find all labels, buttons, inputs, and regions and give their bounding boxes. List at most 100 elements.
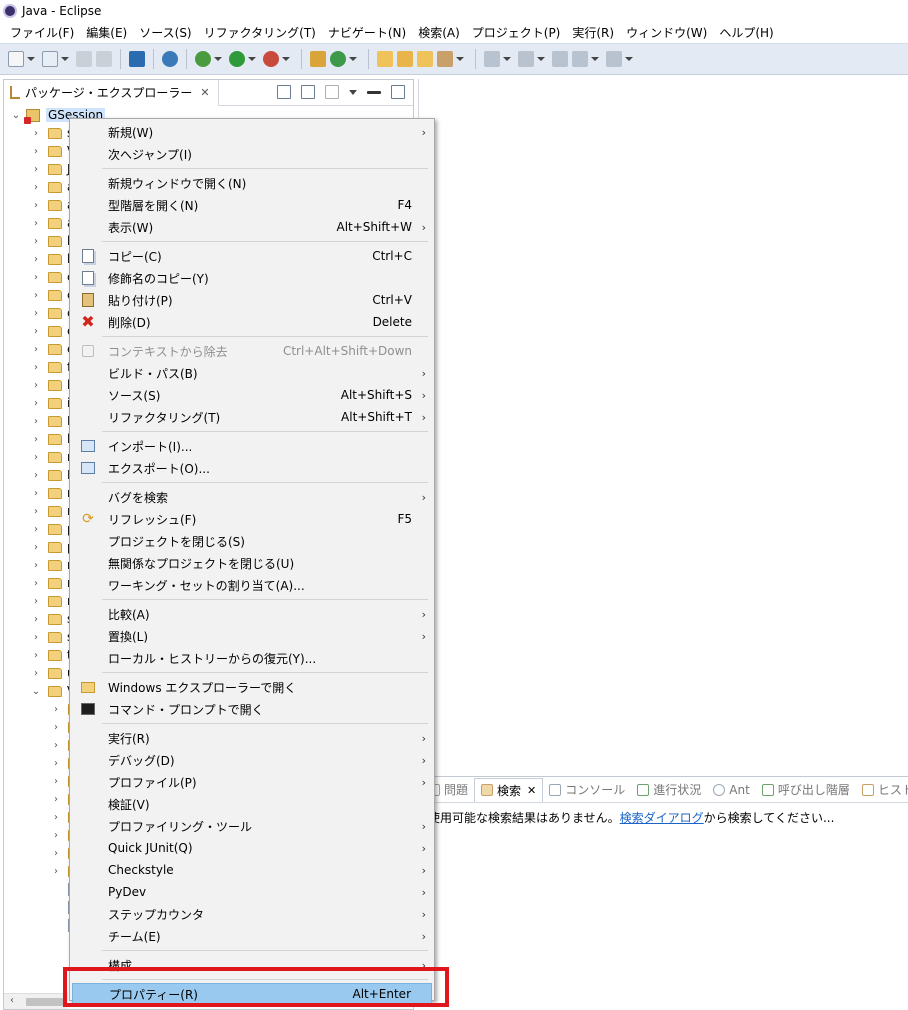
horizontal-scrollbar[interactable]: ‹ xyxy=(4,993,68,1009)
chevron-right-icon[interactable]: › xyxy=(30,128,42,139)
context-menu-item[interactable]: 修飾名のコピー(Y) xyxy=(72,267,432,289)
forward-arrow-icon[interactable] xyxy=(606,51,622,67)
tree-row[interactable]: ›r xyxy=(30,556,72,574)
focus-icon[interactable] xyxy=(325,85,339,99)
tree-row[interactable]: ›n xyxy=(30,448,75,466)
chevron-right-icon[interactable]: › xyxy=(30,650,42,661)
search-dialog-link[interactable]: 検索ダイアログ xyxy=(620,811,704,825)
settings-gear-icon[interactable] xyxy=(162,51,178,67)
run-icon[interactable] xyxy=(229,51,245,67)
context-menu-item[interactable]: プロファイル(P) › xyxy=(72,771,432,793)
tree-row[interactable]: ›c xyxy=(30,286,74,304)
tree-row[interactable]: ›t xyxy=(30,646,72,664)
back-arrow-icon[interactable] xyxy=(572,51,588,67)
chevron-right-icon[interactable]: › xyxy=(30,200,42,211)
last-edit-location-icon[interactable] xyxy=(552,51,568,67)
open-folder-icon[interactable] xyxy=(417,51,433,67)
context-menu-item[interactable]: 型階層を開く(N) F4 xyxy=(72,194,432,216)
scrollbar-thumb[interactable] xyxy=(26,998,66,1006)
chevron-down-icon[interactable]: ⌄ xyxy=(10,110,22,121)
tree-row[interactable]: ›L xyxy=(30,412,74,430)
tree-row[interactable]: ›l xyxy=(30,430,70,448)
new-java-file-dropdown-arrow-icon[interactable] xyxy=(61,57,69,61)
open-task-icon[interactable] xyxy=(397,51,413,67)
chevron-right-icon[interactable]: › xyxy=(30,632,42,643)
context-menu-item[interactable]: コピー(C) Ctrl+C xyxy=(72,245,432,267)
chevron-right-icon[interactable]: › xyxy=(50,740,62,751)
chevron-right-icon[interactable]: › xyxy=(50,830,62,841)
minimize-icon[interactable] xyxy=(367,90,381,94)
context-menu-item[interactable]: バグを検索 › xyxy=(72,486,432,508)
chevron-right-icon[interactable]: › xyxy=(50,776,62,787)
menu-run[interactable]: 実行(R) xyxy=(566,24,620,41)
open-type-icon[interactable] xyxy=(377,51,393,67)
tree-row[interactable]: ›u xyxy=(30,664,75,682)
tab-call-hierarchy[interactable]: 呼び出し階層 xyxy=(756,778,856,802)
tab-console[interactable]: コンソール xyxy=(543,778,631,802)
menu-file[interactable]: ファイル(F) xyxy=(4,24,80,41)
tree-row[interactable]: ›i xyxy=(30,394,70,412)
context-menu-item[interactable]: ステップカウンタ › xyxy=(72,903,432,925)
back-dropdown-arrow-icon[interactable] xyxy=(591,57,599,61)
chevron-right-icon[interactable]: › xyxy=(30,578,42,589)
chevron-right-icon[interactable]: › xyxy=(50,848,62,859)
chevron-right-icon[interactable]: › xyxy=(30,380,42,391)
chevron-right-icon[interactable]: › xyxy=(30,254,42,265)
chevron-right-icon[interactable]: › xyxy=(30,146,42,157)
menu-edit[interactable]: 編集(E) xyxy=(80,24,133,41)
chevron-right-icon[interactable]: › xyxy=(30,218,42,229)
chevron-right-icon[interactable]: › xyxy=(30,182,42,193)
tree-row[interactable]: ›e xyxy=(30,322,74,340)
context-menu-item[interactable]: ⟳ リフレッシュ(F) F5 xyxy=(72,508,432,530)
context-menu-item[interactable]: ビルド・パス(B) › xyxy=(72,362,432,384)
new-package-icon[interactable] xyxy=(310,51,326,67)
context-menu-item[interactable]: Windows エクスプローラーで開く xyxy=(72,676,432,698)
tab-history[interactable]: ヒストリー xyxy=(856,778,908,802)
chevron-right-icon[interactable]: › xyxy=(30,164,42,175)
external-tools-icon[interactable] xyxy=(263,51,279,67)
tree-row[interactable]: ›a xyxy=(30,196,74,214)
context-menu-item[interactable]: デバッグ(D) › xyxy=(72,749,432,771)
new-dropdown-arrow-icon[interactable] xyxy=(27,57,35,61)
menu-refactor[interactable]: リファクタリング(T) xyxy=(198,24,322,41)
tree-row[interactable]: ›f xyxy=(30,358,71,376)
context-menu-item[interactable]: ソース(S) Alt+Shift+S › xyxy=(72,384,432,406)
maximize-icon[interactable] xyxy=(391,85,405,99)
context-menu-item[interactable]: 比較(A) › xyxy=(72,603,432,625)
menu-help[interactable]: ヘルプ(H) xyxy=(713,24,779,41)
chevron-right-icon[interactable]: › xyxy=(30,488,42,499)
console-view-icon[interactable] xyxy=(129,51,145,67)
next-annotation-icon[interactable] xyxy=(484,51,500,67)
new-class-dropdown-arrow-icon[interactable] xyxy=(349,57,357,61)
chevron-right-icon[interactable]: › xyxy=(30,524,42,535)
context-menu-item[interactable]: Quick JUnit(Q) › xyxy=(72,837,432,859)
external-tools-dropdown-arrow-icon[interactable] xyxy=(282,57,290,61)
debug-dropdown-arrow-icon[interactable] xyxy=(214,57,222,61)
new-icon[interactable] xyxy=(8,51,24,67)
collapse-all-icon[interactable] xyxy=(277,85,291,99)
forward-dropdown-arrow-icon[interactable] xyxy=(625,57,633,61)
context-menu-item[interactable]: ローカル・ヒストリーからの復元(Y)... xyxy=(72,647,432,669)
tab-progress[interactable]: 進行状況 xyxy=(631,778,707,802)
context-menu-item[interactable]: 実行(R) › xyxy=(72,727,432,749)
previous-annotation-dropdown-arrow-icon[interactable] xyxy=(537,57,545,61)
tree-row[interactable]: ›c xyxy=(30,268,74,286)
debug-icon[interactable] xyxy=(195,51,211,67)
chevron-right-icon[interactable]: › xyxy=(30,308,42,319)
chevron-right-icon[interactable]: › xyxy=(30,506,42,517)
save-all-icon[interactable] xyxy=(96,51,112,67)
close-icon[interactable]: ✕ xyxy=(200,86,209,99)
tree-row[interactable]: ›s xyxy=(30,628,73,646)
context-menu-item[interactable]: PyDev › xyxy=(72,881,432,903)
menu-project[interactable]: プロジェクト(P) xyxy=(466,24,567,41)
chevron-right-icon[interactable]: › xyxy=(30,290,42,301)
context-menu-item[interactable]: エクスポート(O)... xyxy=(72,457,432,479)
menu-source[interactable]: ソース(S) xyxy=(133,24,197,41)
tree-row[interactable]: ›n xyxy=(30,484,75,502)
tree-row[interactable]: ›p xyxy=(30,538,75,556)
save-icon[interactable] xyxy=(76,51,92,67)
chevron-right-icon[interactable]: › xyxy=(30,560,42,571)
chevron-right-icon[interactable]: › xyxy=(30,470,42,481)
chevron-right-icon[interactable]: › xyxy=(30,326,42,337)
chevron-right-icon[interactable]: › xyxy=(50,794,62,805)
